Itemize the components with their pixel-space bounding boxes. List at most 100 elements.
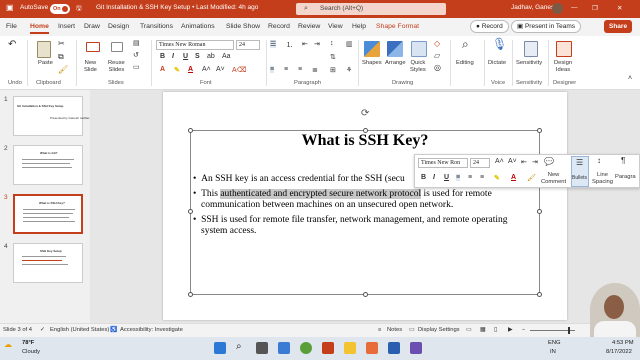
- resize-handle[interactable]: [188, 209, 193, 214]
- app-icon[interactable]: [366, 342, 378, 354]
- app-icon[interactable]: [388, 342, 400, 354]
- editing-icon[interactable]: ⌕: [462, 38, 469, 49]
- font-size-increase-icon[interactable]: A˄: [202, 66, 211, 73]
- format-painter-icon[interactable]: 🖌: [58, 66, 68, 74]
- resize-handle[interactable]: [537, 128, 542, 133]
- reset-icon[interactable]: ↺: [133, 52, 139, 60]
- mini-line-spacing-icon[interactable]: ↕: [597, 157, 601, 165]
- decrease-indent-icon[interactable]: ⇤: [302, 40, 308, 48]
- paste-icon[interactable]: [37, 41, 51, 58]
- increase-indent-icon[interactable]: ⇥: [314, 40, 320, 48]
- resize-handle[interactable]: [188, 292, 193, 297]
- dictate-icon[interactable]: 🎙: [492, 38, 507, 49]
- smartart-icon[interactable]: ⚘: [346, 66, 352, 74]
- new-slide-icon[interactable]: [86, 42, 100, 52]
- tab-shape-format[interactable]: Shape Format: [376, 23, 419, 30]
- numbering-icon[interactable]: ⒈: [286, 40, 293, 50]
- shapes-icon[interactable]: [364, 41, 380, 57]
- arrange-label[interactable]: Arrange: [385, 60, 406, 67]
- display-settings-button[interactable]: Display Settings: [418, 327, 460, 333]
- strikethrough-icon[interactable]: S: [195, 53, 200, 60]
- change-case-icon[interactable]: Aa: [222, 53, 231, 60]
- task-view-icon[interactable]: [256, 342, 268, 354]
- zoom-out-icon[interactable]: −: [522, 327, 525, 333]
- clock-time[interactable]: 4:53 PM: [612, 340, 634, 346]
- search-box[interactable]: ⌕ Search (Alt+Q): [296, 3, 446, 15]
- mini-align-right-icon[interactable]: ≡: [480, 174, 484, 181]
- record-button[interactable]: ● Record: [470, 20, 509, 33]
- start-icon[interactable]: [214, 342, 226, 354]
- tab-record[interactable]: Record: [268, 23, 290, 30]
- tab-review[interactable]: Review: [298, 23, 320, 30]
- rotate-handle-icon[interactable]: ⟳: [361, 108, 369, 119]
- shape-effects-icon[interactable]: ◎: [434, 64, 441, 72]
- mini-paragraph-icon[interactable]: ¶: [621, 157, 625, 165]
- thumbnail-slide-2[interactable]: What is Git?: [13, 145, 83, 185]
- close-icon[interactable]: ✕: [617, 4, 622, 12]
- font-name-box[interactable]: Times New Roman: [156, 40, 234, 50]
- new-comment-icon[interactable]: 💬: [544, 158, 554, 166]
- reuse-slides-icon[interactable]: [111, 42, 123, 52]
- thumbnail-slide-1[interactable]: Git Installation & SSH Key Setup Present…: [13, 96, 90, 136]
- zoom-slider-thumb[interactable]: [568, 327, 570, 334]
- quick-styles-icon[interactable]: [411, 41, 427, 57]
- mini-align-center-icon[interactable]: ≡: [468, 174, 472, 181]
- chrome-icon[interactable]: [300, 342, 312, 354]
- layout-icon[interactable]: ▤: [133, 40, 140, 48]
- thumbnail-slide-3[interactable]: What is SSH Key?: [13, 194, 83, 234]
- mini-bold-icon[interactable]: B: [421, 174, 426, 181]
- quick-styles-label[interactable]: Quick Styles: [410, 60, 426, 73]
- powerpoint-taskbar-icon[interactable]: [322, 342, 334, 354]
- tab-help[interactable]: Help: [352, 23, 366, 30]
- editing-label[interactable]: Editing: [456, 60, 474, 67]
- mini-align-left-icon[interactable]: ≡: [456, 174, 461, 181]
- design-ideas-label[interactable]: Design Ideas: [554, 60, 572, 73]
- mini-grow-font-icon[interactable]: A˄: [495, 158, 504, 165]
- tab-home[interactable]: Home: [30, 23, 49, 34]
- shapes-label[interactable]: Shapes: [362, 60, 382, 67]
- character-spacing-icon[interactable]: ab: [207, 53, 215, 60]
- slideshow-icon[interactable]: ▶: [508, 327, 512, 333]
- mini-font-box[interactable]: Times New Ron: [418, 158, 468, 168]
- columns-icon[interactable]: ▥: [346, 40, 353, 48]
- tab-slide-show[interactable]: Slide Show: [226, 23, 260, 30]
- language-indicator[interactable]: ENG: [548, 340, 561, 346]
- dictate-label[interactable]: Dictate: [488, 60, 506, 67]
- font-size-decrease-icon[interactable]: A˅: [216, 66, 225, 73]
- align-right-icon[interactable]: ≡: [298, 66, 302, 73]
- notes-button[interactable]: Notes: [387, 327, 402, 333]
- paste-label[interactable]: Paste: [38, 60, 53, 67]
- weather-temp[interactable]: 78°F: [22, 340, 34, 346]
- file-explorer-icon[interactable]: [344, 342, 356, 354]
- autosave-toggle[interactable]: On: [50, 4, 70, 14]
- italic-icon[interactable]: I: [172, 53, 174, 60]
- align-center-icon[interactable]: ≡: [284, 66, 288, 73]
- text-effects-icon[interactable]: A: [160, 66, 165, 73]
- align-left-icon[interactable]: ≡: [270, 66, 275, 73]
- align-text-icon[interactable]: ⊞: [330, 66, 336, 74]
- save-icon[interactable]: 🖫: [76, 4, 82, 15]
- resize-handle[interactable]: [363, 128, 368, 133]
- normal-view-icon[interactable]: ▭: [466, 327, 471, 333]
- shape-outline-icon[interactable]: ▱: [434, 52, 440, 60]
- resize-handle[interactable]: [188, 128, 193, 133]
- present-in-teams-button[interactable]: ▣ Present in Teams: [511, 20, 582, 33]
- sensitivity-label[interactable]: Sensitivity: [516, 60, 542, 67]
- bold-icon[interactable]: B: [160, 53, 165, 60]
- reading-view-icon[interactable]: ▯: [494, 327, 497, 333]
- accessibility-label[interactable]: Accessibility: Investigate: [120, 327, 183, 333]
- highlight-color-icon[interactable]: ✎: [174, 66, 180, 74]
- widgets-icon[interactable]: [278, 342, 290, 354]
- font-size-box[interactable]: 24: [236, 40, 260, 50]
- shape-fill-icon[interactable]: ◇: [434, 40, 440, 48]
- justify-icon[interactable]: ≣: [312, 66, 318, 74]
- avatar[interactable]: [552, 3, 563, 14]
- restore-icon[interactable]: ❐: [592, 4, 598, 12]
- clear-formatting-icon[interactable]: A⌫: [232, 66, 247, 74]
- mini-shrink-font-icon[interactable]: A˅: [508, 158, 517, 165]
- new-comment-label[interactable]: New Comment: [541, 172, 566, 185]
- current-slide[interactable]: What is SSH Key? ⟳ • An SSH key is an ac…: [163, 92, 567, 320]
- tab-animations[interactable]: Animations: [181, 23, 215, 30]
- proofing-icon[interactable]: ✓: [40, 327, 45, 333]
- tab-design[interactable]: Design: [108, 23, 129, 30]
